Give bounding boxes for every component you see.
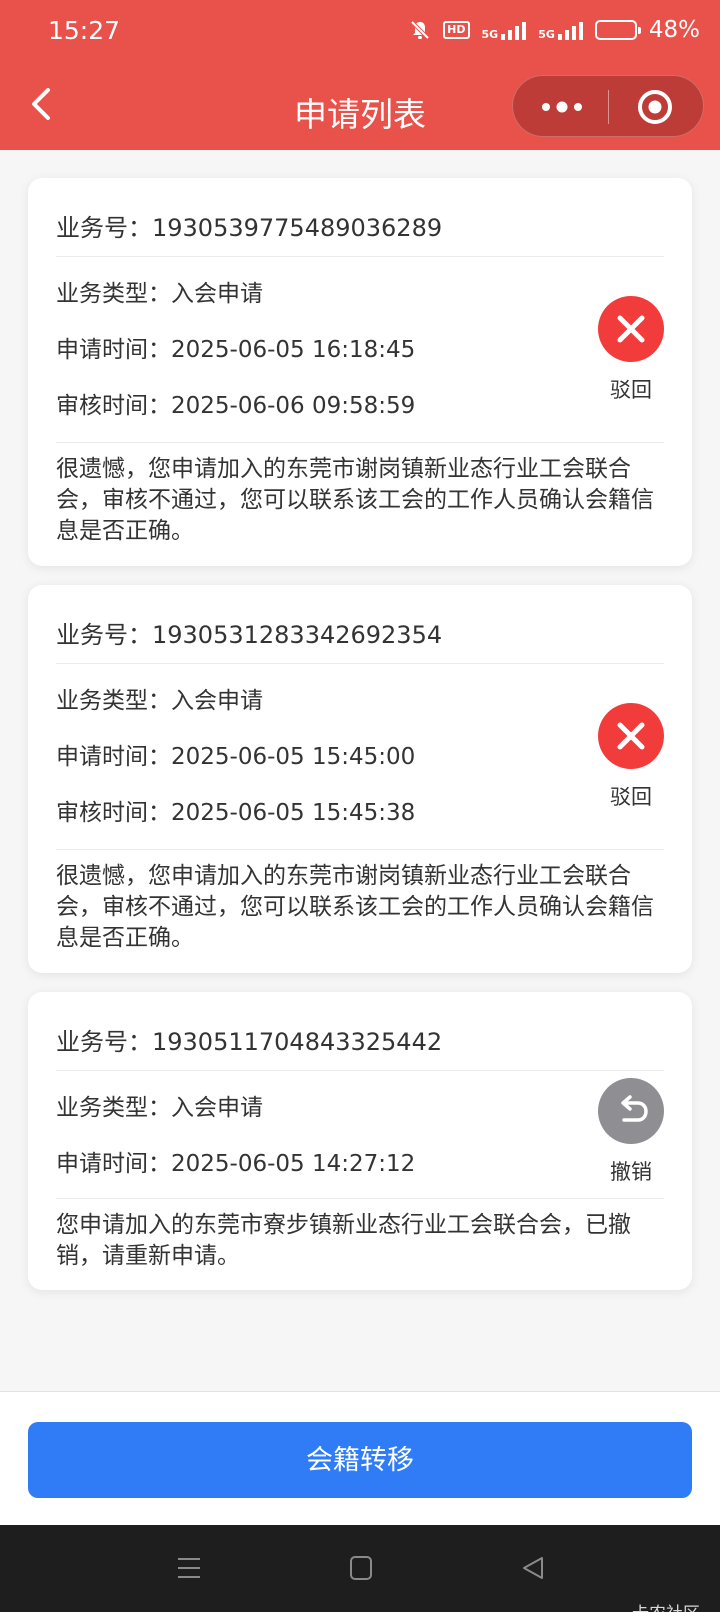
system-nav-bar	[0, 1525, 720, 1612]
status-message: 很遗憾，您申请加入的东莞市谢岗镇新业态行业工会联合会，审核不通过，您可以联系该工…	[56, 456, 654, 544]
status-badge: 驳回	[598, 703, 664, 811]
nav-bar: 申请列表	[0, 66, 720, 150]
divider	[56, 663, 664, 664]
home-icon[interactable]	[350, 1556, 372, 1580]
status-bar: 15:27 HD 5G 5G 48%	[0, 0, 720, 66]
divider	[56, 442, 664, 443]
menu-icon[interactable]	[177, 1555, 201, 1581]
status-time: 15:27	[48, 16, 121, 45]
divider	[56, 1070, 664, 1071]
hd-badge: HD	[443, 21, 470, 39]
battery-percent: 48%	[648, 17, 700, 43]
application-card[interactable]: 业务号：1930531283342692354 业务类型：入会申请 申请时间：2…	[28, 585, 692, 973]
business-number: 业务号：1930511704843325442	[56, 1028, 443, 1056]
status-label: 撤销	[610, 1160, 652, 1184]
target-icon[interactable]	[637, 89, 673, 125]
battery-icon	[594, 20, 641, 40]
mute-bell-icon	[410, 20, 430, 40]
watermark: 卡农社区	[632, 1599, 700, 1612]
status-icons: HD 5G 5G 48%	[409, 17, 700, 43]
business-number: 业务号：1930539775489036289	[56, 214, 443, 242]
business-type: 业务类型：入会申请	[56, 281, 263, 307]
status-circle	[598, 1078, 664, 1144]
business-type: 业务类型：入会申请	[56, 1095, 263, 1121]
miniprogram-capsule	[512, 75, 704, 137]
apply-time: 申请时间：2025-06-05 14:27:12	[56, 1151, 416, 1177]
divider	[56, 1198, 664, 1199]
signal-5g-icon: 5G	[482, 20, 527, 40]
membership-transfer-button[interactable]: 会籍转移	[28, 1422, 692, 1498]
status-badge: 撤销	[598, 1078, 664, 1186]
apply-time: 申请时间：2025-06-05 16:18:45	[56, 337, 416, 363]
divider	[56, 256, 664, 257]
status-badge: 驳回	[598, 296, 664, 404]
review-time: 审核时间：2025-06-05 15:45:38	[56, 800, 416, 826]
review-time: 审核时间：2025-06-06 09:58:59	[56, 393, 416, 419]
application-card[interactable]: 业务号：1930511704843325442 业务类型：入会申请 申请时间：2…	[28, 992, 692, 1290]
business-type: 业务类型：入会申请	[56, 688, 263, 714]
capsule-divider	[608, 90, 609, 124]
more-dots-icon[interactable]	[537, 96, 587, 118]
status-label: 驳回	[610, 378, 652, 402]
apply-time: 申请时间：2025-06-05 15:45:00	[56, 744, 416, 770]
undo-arrow-icon	[621, 1095, 648, 1122]
signal-5g-icon: 5G	[538, 20, 583, 40]
network-label: 5G	[538, 28, 555, 41]
status-circle	[598, 296, 664, 362]
network-label: 5G	[481, 28, 499, 41]
status-message: 很遗憾，您申请加入的东莞市谢岗镇新业态行业工会联合会，审核不通过，您可以联系该工…	[56, 863, 654, 951]
business-number: 业务号：1930531283342692354	[56, 621, 443, 649]
status-label: 驳回	[610, 785, 652, 809]
back-triangle-icon[interactable]	[521, 1555, 545, 1581]
status-circle	[598, 703, 664, 769]
application-card[interactable]: 业务号：1930539775489036289 业务类型：入会申请 申请时间：2…	[28, 178, 692, 566]
status-message: 您申请加入的东莞市寮步镇新业态行业工会联合会，已撤销，请重新申请。	[56, 1212, 631, 1269]
divider	[56, 849, 664, 850]
close-x-icon	[617, 315, 645, 343]
bottom-action-bar: 会籍转移	[0, 1391, 720, 1525]
close-x-icon	[617, 722, 645, 750]
